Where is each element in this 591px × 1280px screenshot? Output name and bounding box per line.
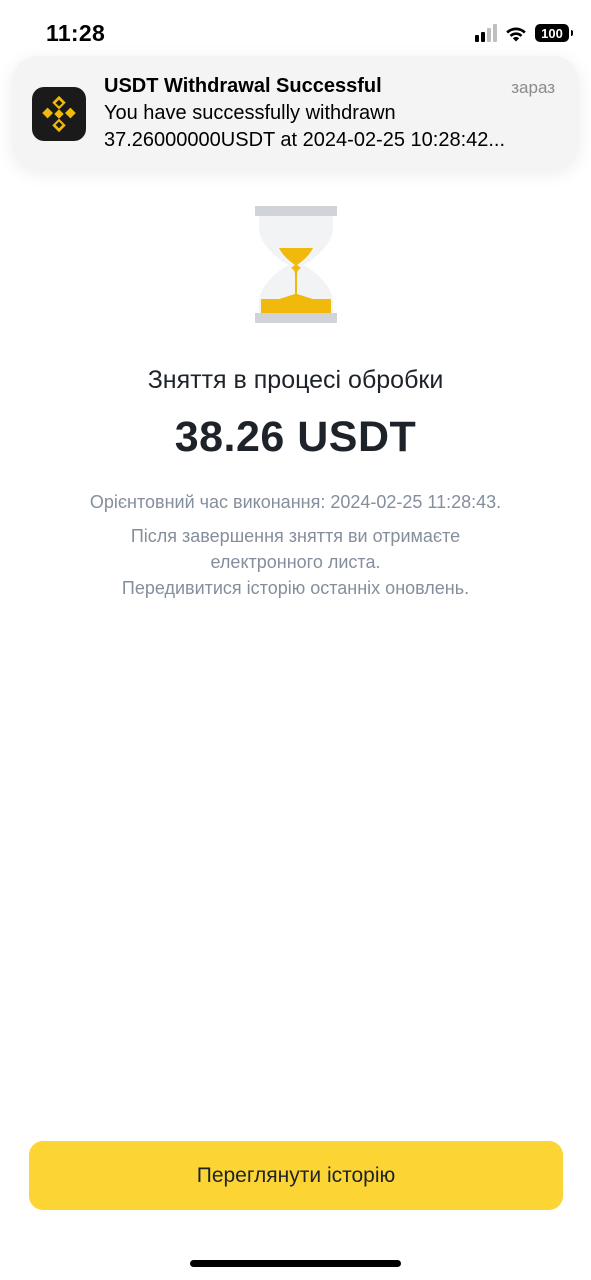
notification-body-line2: 37.26000000USDT at 2024-02-25 10:28:42..… (104, 129, 506, 151)
email-notice: Після завершення зняття ви отримаєте еле… (0, 523, 591, 575)
screen: 11:28 100 USDT Withdrawal Successful зар… (0, 0, 591, 1280)
email-notice-line1: Після завершення зняття ви отримаєте (130, 526, 461, 546)
binance-logo-icon (32, 87, 86, 141)
notification-time: зараз (511, 78, 555, 97)
view-history-button[interactable]: Переглянути історію (29, 1141, 563, 1210)
withdrawal-amount: 38.26 USDT (174, 413, 417, 461)
home-indicator[interactable] (190, 1260, 401, 1267)
wifi-icon (506, 27, 526, 41)
status-time: 11:28 (46, 20, 106, 46)
hourglass-icon (255, 206, 337, 323)
notification-banner[interactable]: USDT Withdrawal Successful зараз You hav… (12, 56, 579, 169)
notification-body-line1: You have successfully withdrawn (104, 102, 396, 124)
history-link[interactable]: Передивитися історію останніх оновлень. (0, 575, 591, 601)
signal-icon (475, 24, 497, 42)
battery-icon: 100 (535, 24, 573, 42)
notification-title: USDT Withdrawal Successful (104, 75, 382, 97)
notification-body: You have successfully withdrawn 37.26000… (104, 100, 564, 154)
status-headline: Зняття в процесі обробки (147, 366, 444, 394)
email-notice-line2: електронного листа. (210, 552, 381, 572)
status-icons: 100 (475, 24, 573, 42)
estimated-time: Орієнтовний час виконання: 2024-02-25 11… (89, 492, 502, 512)
